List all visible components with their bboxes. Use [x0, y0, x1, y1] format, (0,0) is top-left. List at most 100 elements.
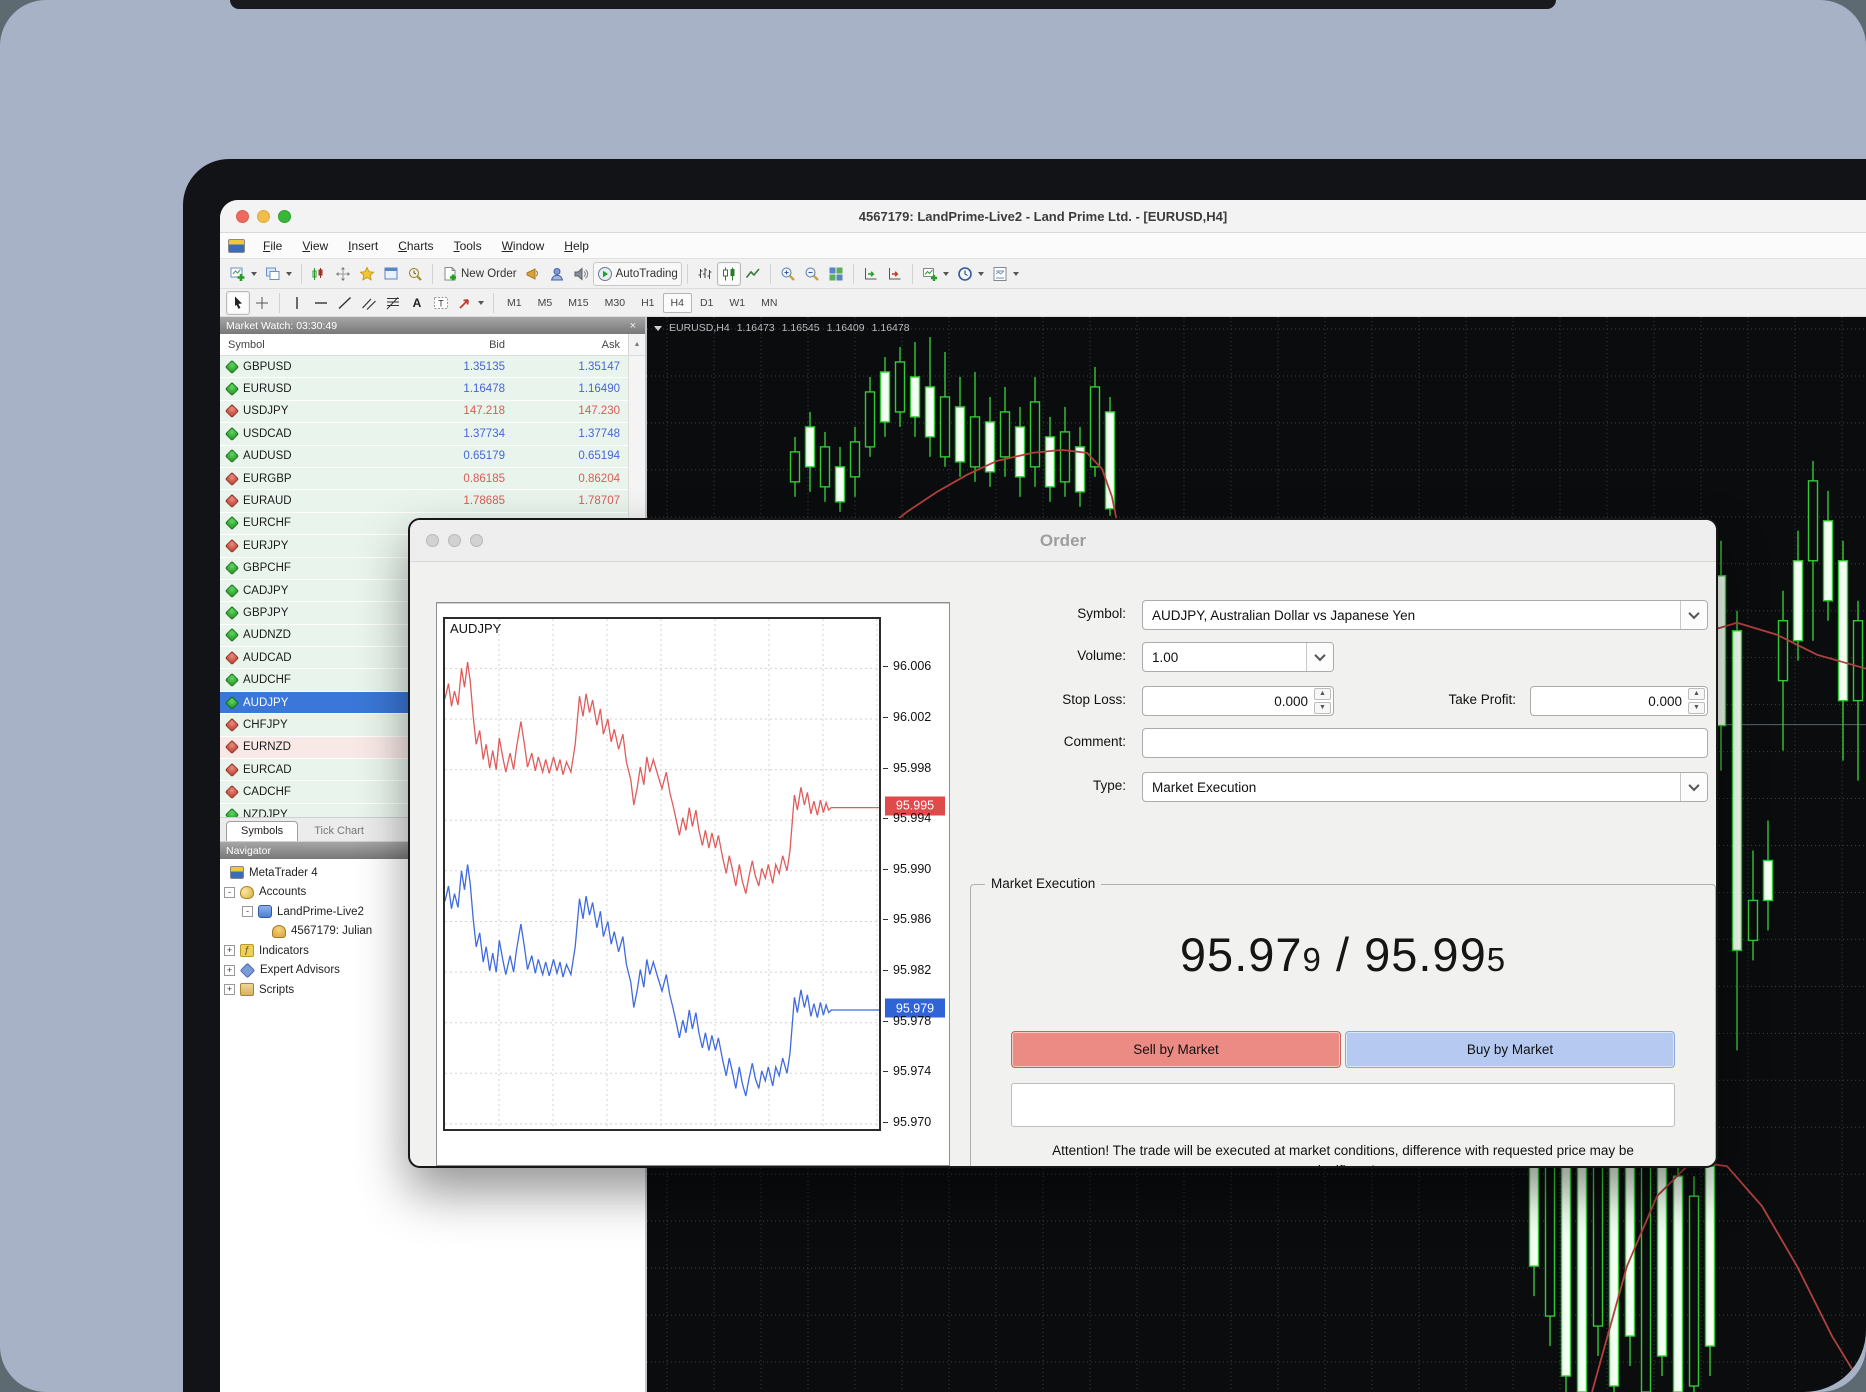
stop-loss-input[interactable]: 0.000 ▲▼ [1142, 686, 1334, 716]
data-window-button[interactable] [331, 262, 355, 286]
symbol-name: EURAUD [243, 495, 398, 507]
tab-tick-chart[interactable]: Tick Chart [300, 822, 378, 841]
dropdown-caret-icon[interactable] [478, 301, 484, 305]
dropdown-caret-icon[interactable] [943, 272, 949, 276]
spin-up-icon[interactable]: ▲ [1314, 688, 1331, 700]
market-watch-row-gbpusd[interactable]: GBPUSD1.351351.35147 [220, 356, 645, 378]
market-watch-row-usdjpy[interactable]: USDJPY147.218147.230 [220, 401, 645, 423]
timeframe-m15[interactable]: M15 [560, 293, 596, 313]
market-watch-row-euraud[interactable]: EURAUD1.786851.78707 [220, 490, 645, 512]
strategy-tester-button[interactable] [403, 262, 427, 286]
symbol-select[interactable]: AUDJPY, Australian Dollar vs Japanese Ye… [1142, 600, 1708, 630]
type-select[interactable]: Market Execution [1142, 772, 1708, 802]
expand-icon[interactable]: + [224, 945, 235, 956]
sell-by-market-button[interactable]: Sell by Market [1011, 1031, 1341, 1068]
indicators-button[interactable] [918, 262, 953, 286]
profiles-button[interactable] [261, 262, 296, 286]
column-ask[interactable]: Ask [513, 339, 628, 351]
cursor-button[interactable] [226, 291, 250, 315]
spin-down-icon[interactable]: ▼ [1314, 702, 1331, 714]
timeframe-m30[interactable]: M30 [597, 293, 633, 313]
scroll-up-icon[interactable]: ▲ [628, 334, 645, 355]
order-dialog-titlebar[interactable]: Order [410, 520, 1716, 562]
dropdown-caret-icon[interactable] [1013, 272, 1019, 276]
menu-item-file[interactable]: File [253, 236, 292, 256]
menu-item-view[interactable]: View [292, 236, 338, 256]
zoom-in-button[interactable] [776, 262, 800, 286]
autotrading-button[interactable]: AutoTrading [593, 262, 682, 286]
close-icon[interactable]: × [627, 320, 639, 332]
auto-scroll-button[interactable] [859, 262, 883, 286]
dialog-close-button[interactable] [426, 534, 439, 547]
timeframe-h1[interactable]: H1 [633, 293, 662, 313]
expand-icon[interactable]: + [224, 965, 235, 976]
close-window-button[interactable] [236, 210, 249, 223]
dialog-zoom-button[interactable] [470, 534, 483, 547]
navigator-button[interactable] [379, 262, 403, 286]
column-bid[interactable]: Bid [398, 339, 513, 351]
chevron-down-icon[interactable] [1680, 601, 1707, 629]
menu-item-charts[interactable]: Charts [388, 236, 443, 256]
templates-button[interactable] [988, 262, 1023, 286]
zoom-out-button[interactable] [800, 262, 824, 286]
horizontal-line-button[interactable] [309, 291, 333, 315]
buy-by-market-button[interactable]: Buy by Market [1345, 1031, 1675, 1068]
column-symbol[interactable]: Symbol [220, 339, 398, 351]
timeframe-w1[interactable]: W1 [721, 293, 753, 313]
dropdown-caret-icon[interactable] [978, 272, 984, 276]
timeframe-m5[interactable]: M5 [530, 293, 561, 313]
spin-up-icon[interactable]: ▲ [1688, 688, 1705, 700]
market-watch-button[interactable] [307, 262, 331, 286]
trend-up-icon [225, 807, 239, 817]
text-label-button[interactable]: T [429, 291, 453, 315]
timeframe-d1[interactable]: D1 [692, 293, 721, 313]
market-watch-row-eurusd[interactable]: EURUSD1.164781.16490 [220, 378, 645, 400]
chevron-down-icon[interactable] [1306, 643, 1333, 671]
chevron-down-icon[interactable] [654, 326, 662, 331]
chart-shift-button[interactable] [883, 262, 907, 286]
menu-item-window[interactable]: Window [492, 236, 555, 256]
bar-chart-button[interactable] [693, 262, 717, 286]
chevron-down-icon[interactable] [1680, 773, 1707, 801]
news-button[interactable] [521, 262, 545, 286]
new-order-button[interactable]: New Order [438, 262, 521, 286]
vertical-line-button[interactable] [285, 291, 309, 315]
line-chart-button[interactable] [741, 262, 765, 286]
channel-button[interactable] [357, 291, 381, 315]
periods-button[interactable] [953, 262, 988, 286]
tab-symbols[interactable]: Symbols [226, 821, 298, 841]
dropdown-caret-icon[interactable] [251, 272, 257, 276]
collapse-icon[interactable]: - [242, 906, 253, 917]
collapse-icon[interactable]: - [224, 887, 235, 898]
market-watch-row-usdcad[interactable]: USDCAD1.377341.37748 [220, 423, 645, 445]
timeframe-m1[interactable]: M1 [499, 293, 530, 313]
dialog-minimize-button[interactable] [448, 534, 461, 547]
volume-select[interactable]: 1.00 [1142, 642, 1334, 672]
crosshair-button[interactable] [250, 291, 274, 315]
arrow-tools-button[interactable] [453, 291, 488, 315]
spin-down-icon[interactable]: ▼ [1688, 702, 1705, 714]
market-watch-row-eurgbp[interactable]: EURGBP0.861850.86204 [220, 468, 645, 490]
market-watch-row-audusd[interactable]: AUDUSD0.651790.65194 [220, 446, 645, 468]
timeframe-h4[interactable]: H4 [663, 293, 692, 313]
dropdown-caret-icon[interactable] [286, 272, 292, 276]
zoom-window-button[interactable] [278, 210, 291, 223]
expert-advisors-button[interactable] [545, 262, 569, 286]
fibonacci-button[interactable] [381, 291, 405, 315]
price-tick [883, 666, 888, 667]
take-profit-input[interactable]: 0.000 ▲▼ [1530, 686, 1708, 716]
text-button[interactable]: A [405, 291, 429, 315]
menu-item-help[interactable]: Help [554, 236, 599, 256]
menu-item-tools[interactable]: Tools [444, 236, 492, 256]
minimize-window-button[interactable] [257, 210, 270, 223]
expand-icon[interactable]: + [224, 984, 235, 995]
timeframe-mn[interactable]: MN [753, 293, 785, 313]
sounds-button[interactable] [569, 262, 593, 286]
menu-item-insert[interactable]: Insert [338, 236, 388, 256]
new-chart-button[interactable] [226, 262, 261, 286]
tile-windows-button[interactable] [824, 262, 848, 286]
favorites-button[interactable] [355, 262, 379, 286]
trendline-button[interactable] [333, 291, 357, 315]
candlestick-chart-button[interactable] [717, 262, 741, 286]
comment-input[interactable] [1142, 728, 1708, 758]
